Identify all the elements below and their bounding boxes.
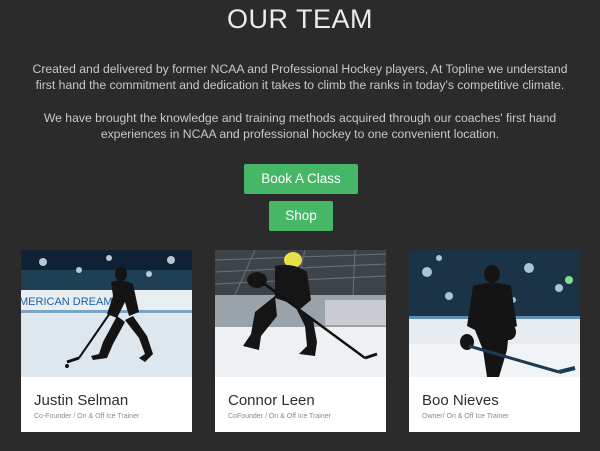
team-member-name: Boo Nieves	[422, 392, 499, 409]
photo-banner-text: MERICAN DREAM	[21, 296, 113, 308]
intro-paragraph-2: We have brought the knowledge and traini…	[43, 111, 557, 141]
team-card-connor-leen[interactable]: Connor Leen CoFounder / On & Off Ice Tra…	[215, 250, 386, 432]
team-member-name: Connor Leen	[228, 392, 315, 409]
team-card-justin-selman[interactable]: MERICAN DREAM Justin Selman Co-Founder /…	[21, 250, 192, 432]
team-photo-connor-leen	[215, 250, 386, 377]
book-a-class-button[interactable]: Book A Class	[244, 164, 358, 194]
section-title: OUR TEAM	[226, 4, 373, 34]
team-card-boo-nieves[interactable]: Boo Nieves Owner/ On & Off Ice Trainer	[409, 250, 580, 432]
team-member-role: CoFounder / On & Off Ice Trainer	[228, 413, 331, 420]
shop-button[interactable]: Shop	[269, 201, 333, 231]
intro-paragraph-1: Created and delivered by former NCAA and…	[32, 62, 568, 92]
team-member-role: Owner/ On & Off Ice Trainer	[422, 413, 509, 420]
team-photo-justin-selman: MERICAN DREAM	[21, 250, 192, 377]
team-photo-boo-nieves	[409, 250, 580, 377]
team-member-name: Justin Selman	[34, 392, 129, 409]
team-member-role: Co-Founder / On & Off Ice Trainer	[34, 413, 140, 420]
